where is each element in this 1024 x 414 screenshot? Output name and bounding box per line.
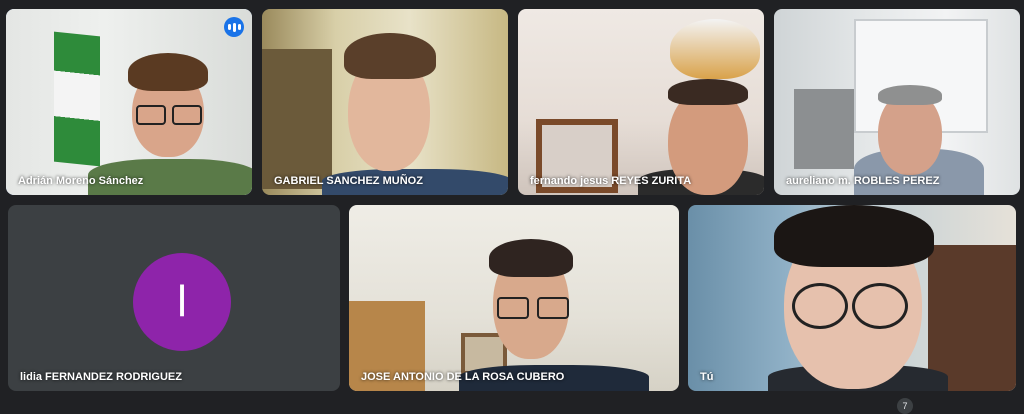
video-feed [6, 9, 252, 195]
participant-name: Tú [700, 371, 714, 383]
speaking-indicator-icon [224, 17, 244, 37]
participant-tile-adrian[interactable]: Adrián Moreno Sánchez [6, 9, 252, 195]
participant-name: fernando jesus REYES ZURITA [530, 175, 692, 187]
participant-tile-fernando[interactable]: fernando jesus REYES ZURITA [518, 9, 764, 195]
video-feed [688, 205, 1016, 391]
participant-tile-aureliano[interactable]: aureliano m. ROBLES PEREZ [774, 9, 1020, 195]
participant-name: lidia FERNANDEZ RODRIGUEZ [20, 371, 182, 383]
video-feed [518, 9, 764, 195]
participant-name: GABRIEL SANCHEZ MUÑOZ [274, 175, 423, 187]
video-feed [349, 205, 679, 391]
participant-tile-jose-antonio[interactable]: JOSE ANTONIO DE LA ROSA CUBERO [349, 205, 679, 391]
lamp-decoration [670, 19, 760, 79]
hidden-participants-count[interactable]: 7 [897, 398, 913, 414]
flag-decoration [54, 31, 100, 167]
avatar: l [133, 253, 231, 351]
video-feed [262, 9, 508, 195]
participant-name: aureliano m. ROBLES PEREZ [786, 175, 940, 187]
participant-tile-lidia[interactable]: l lidia FERNANDEZ RODRIGUEZ [8, 205, 340, 391]
participant-name: JOSE ANTONIO DE LA ROSA CUBERO [361, 371, 565, 383]
video-feed [774, 9, 1020, 195]
participant-tile-self[interactable]: Tú [688, 205, 1016, 391]
participant-tile-gabriel[interactable]: GABRIEL SANCHEZ MUÑOZ [262, 9, 508, 195]
participant-name: Adrián Moreno Sánchez [18, 175, 144, 187]
